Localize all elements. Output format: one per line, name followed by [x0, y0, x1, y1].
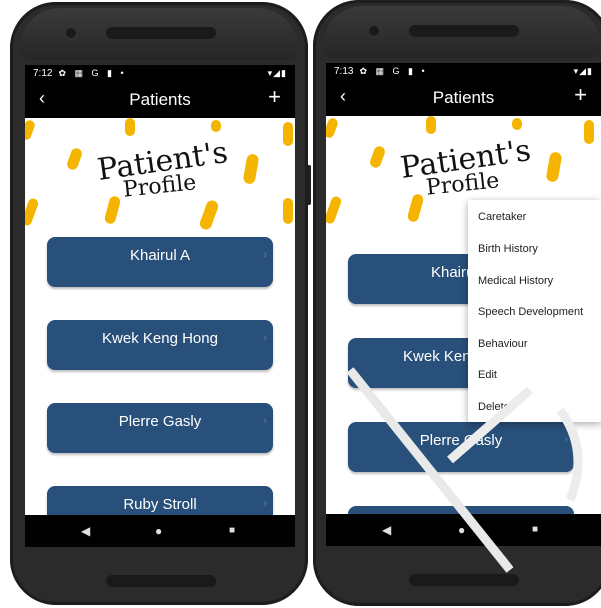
- chevron-right-icon: ›: [263, 415, 267, 427]
- app-bar: ‹ Patients +: [25, 82, 295, 118]
- menu-item-caretaker[interactable]: Caretaker: [478, 211, 526, 223]
- patient-name: Ruby Stroll: [123, 496, 197, 513]
- nav-back-icon[interactable]: ◀: [382, 523, 391, 537]
- patient-button[interactable]: Ruby Stroll ›: [47, 486, 273, 515]
- left-phone-side-button: [307, 165, 311, 205]
- menu-item-edit[interactable]: Edit: [478, 369, 497, 381]
- signal-battery-icon: ▾◢▮: [573, 66, 593, 76]
- page-title: Patients: [129, 90, 191, 109]
- menu-item-medical-history[interactable]: Medical History: [478, 275, 553, 287]
- patient-button[interactable]: Plerre Gasly ›: [348, 422, 574, 472]
- status-icons: ✿ ▦ G ▮ •: [359, 66, 428, 76]
- nav-home-icon[interactable]: ●: [155, 524, 162, 538]
- nav-back-icon[interactable]: ◀: [81, 524, 90, 538]
- patient-list: Patient's Profile Khairul A › Kwek Keng …: [25, 118, 295, 515]
- patient-button[interactable]: [348, 506, 574, 514]
- app-bar: ‹ Patients +: [326, 80, 601, 116]
- page-title: Patients: [432, 88, 495, 107]
- bottom-speaker: [106, 575, 216, 587]
- nav-home-icon[interactable]: ●: [458, 523, 465, 537]
- left-phone: 7:12 ✿ ▦ G ▮ • ▾◢▮ ‹ Patients + Patient'…: [10, 2, 308, 605]
- status-icons: ✿ ▦ G ▮ •: [58, 68, 127, 78]
- patient-button[interactable]: Khairul A ›: [47, 237, 273, 287]
- left-screen: 7:12 ✿ ▦ G ▮ • ▾◢▮ ‹ Patients + Patient'…: [25, 65, 295, 547]
- menu-item-delete[interactable]: Delete: [478, 401, 510, 413]
- profile-header-art: Patient's Profile: [25, 118, 295, 228]
- patient-name: Plerre Gasly: [118, 413, 202, 430]
- add-patient-button[interactable]: +: [268, 86, 281, 108]
- add-patient-button[interactable]: +: [574, 84, 587, 106]
- chevron-right-icon: ›: [263, 498, 267, 510]
- front-camera-icon: [66, 28, 76, 38]
- earpiece-speaker: [409, 25, 519, 37]
- status-bar: 7:12 ✿ ▦ G ▮ • ▾◢▮: [25, 65, 295, 82]
- patient-list: Patient's Profile Khairul A Kwek Keng Ho…: [326, 116, 601, 514]
- nav-recents-icon[interactable]: ■: [229, 524, 235, 538]
- patient-options-menu: Caretaker Birth History Medical History …: [468, 200, 601, 422]
- chevron-right-icon: ›: [263, 332, 267, 344]
- patient-name: Kwek Keng Hong: [102, 330, 218, 347]
- right-screen: 7:13 ✿ ▦ G ▮ • ▾◢▮ ‹ Patients + Patient'…: [326, 63, 601, 546]
- signal-battery-icon: ▾◢▮: [267, 68, 287, 78]
- right-phone: 7:13 ✿ ▦ G ▮ • ▾◢▮ ‹ Patients + Patient'…: [313, 0, 601, 606]
- status-time: 7:12: [33, 68, 53, 79]
- status-bar: 7:13 ✿ ▦ G ▮ • ▾◢▮: [326, 63, 601, 80]
- menu-item-birth-history[interactable]: Birth History: [478, 243, 538, 255]
- system-nav-bar: ◀ ● ■: [326, 514, 601, 546]
- chevron-right-icon: ›: [263, 249, 267, 261]
- menu-item-speech-development[interactable]: Speech Development: [478, 306, 583, 318]
- patient-button[interactable]: Kwek Keng Hong ›: [47, 320, 273, 370]
- system-nav-bar: ◀ ● ■: [25, 515, 295, 547]
- nav-recents-icon[interactable]: ■: [532, 523, 538, 537]
- chevron-right-icon: ›: [564, 434, 568, 446]
- patient-name: Khairul A: [129, 247, 191, 264]
- menu-item-behaviour[interactable]: Behaviour: [478, 338, 528, 350]
- bottom-speaker: [409, 574, 519, 586]
- status-time: 7:13: [334, 66, 354, 77]
- patient-button[interactable]: Plerre Gasly ›: [47, 403, 273, 453]
- patient-name: Plerre Gasly: [419, 432, 503, 449]
- front-camera-icon: [369, 26, 379, 36]
- earpiece-speaker: [106, 27, 216, 39]
